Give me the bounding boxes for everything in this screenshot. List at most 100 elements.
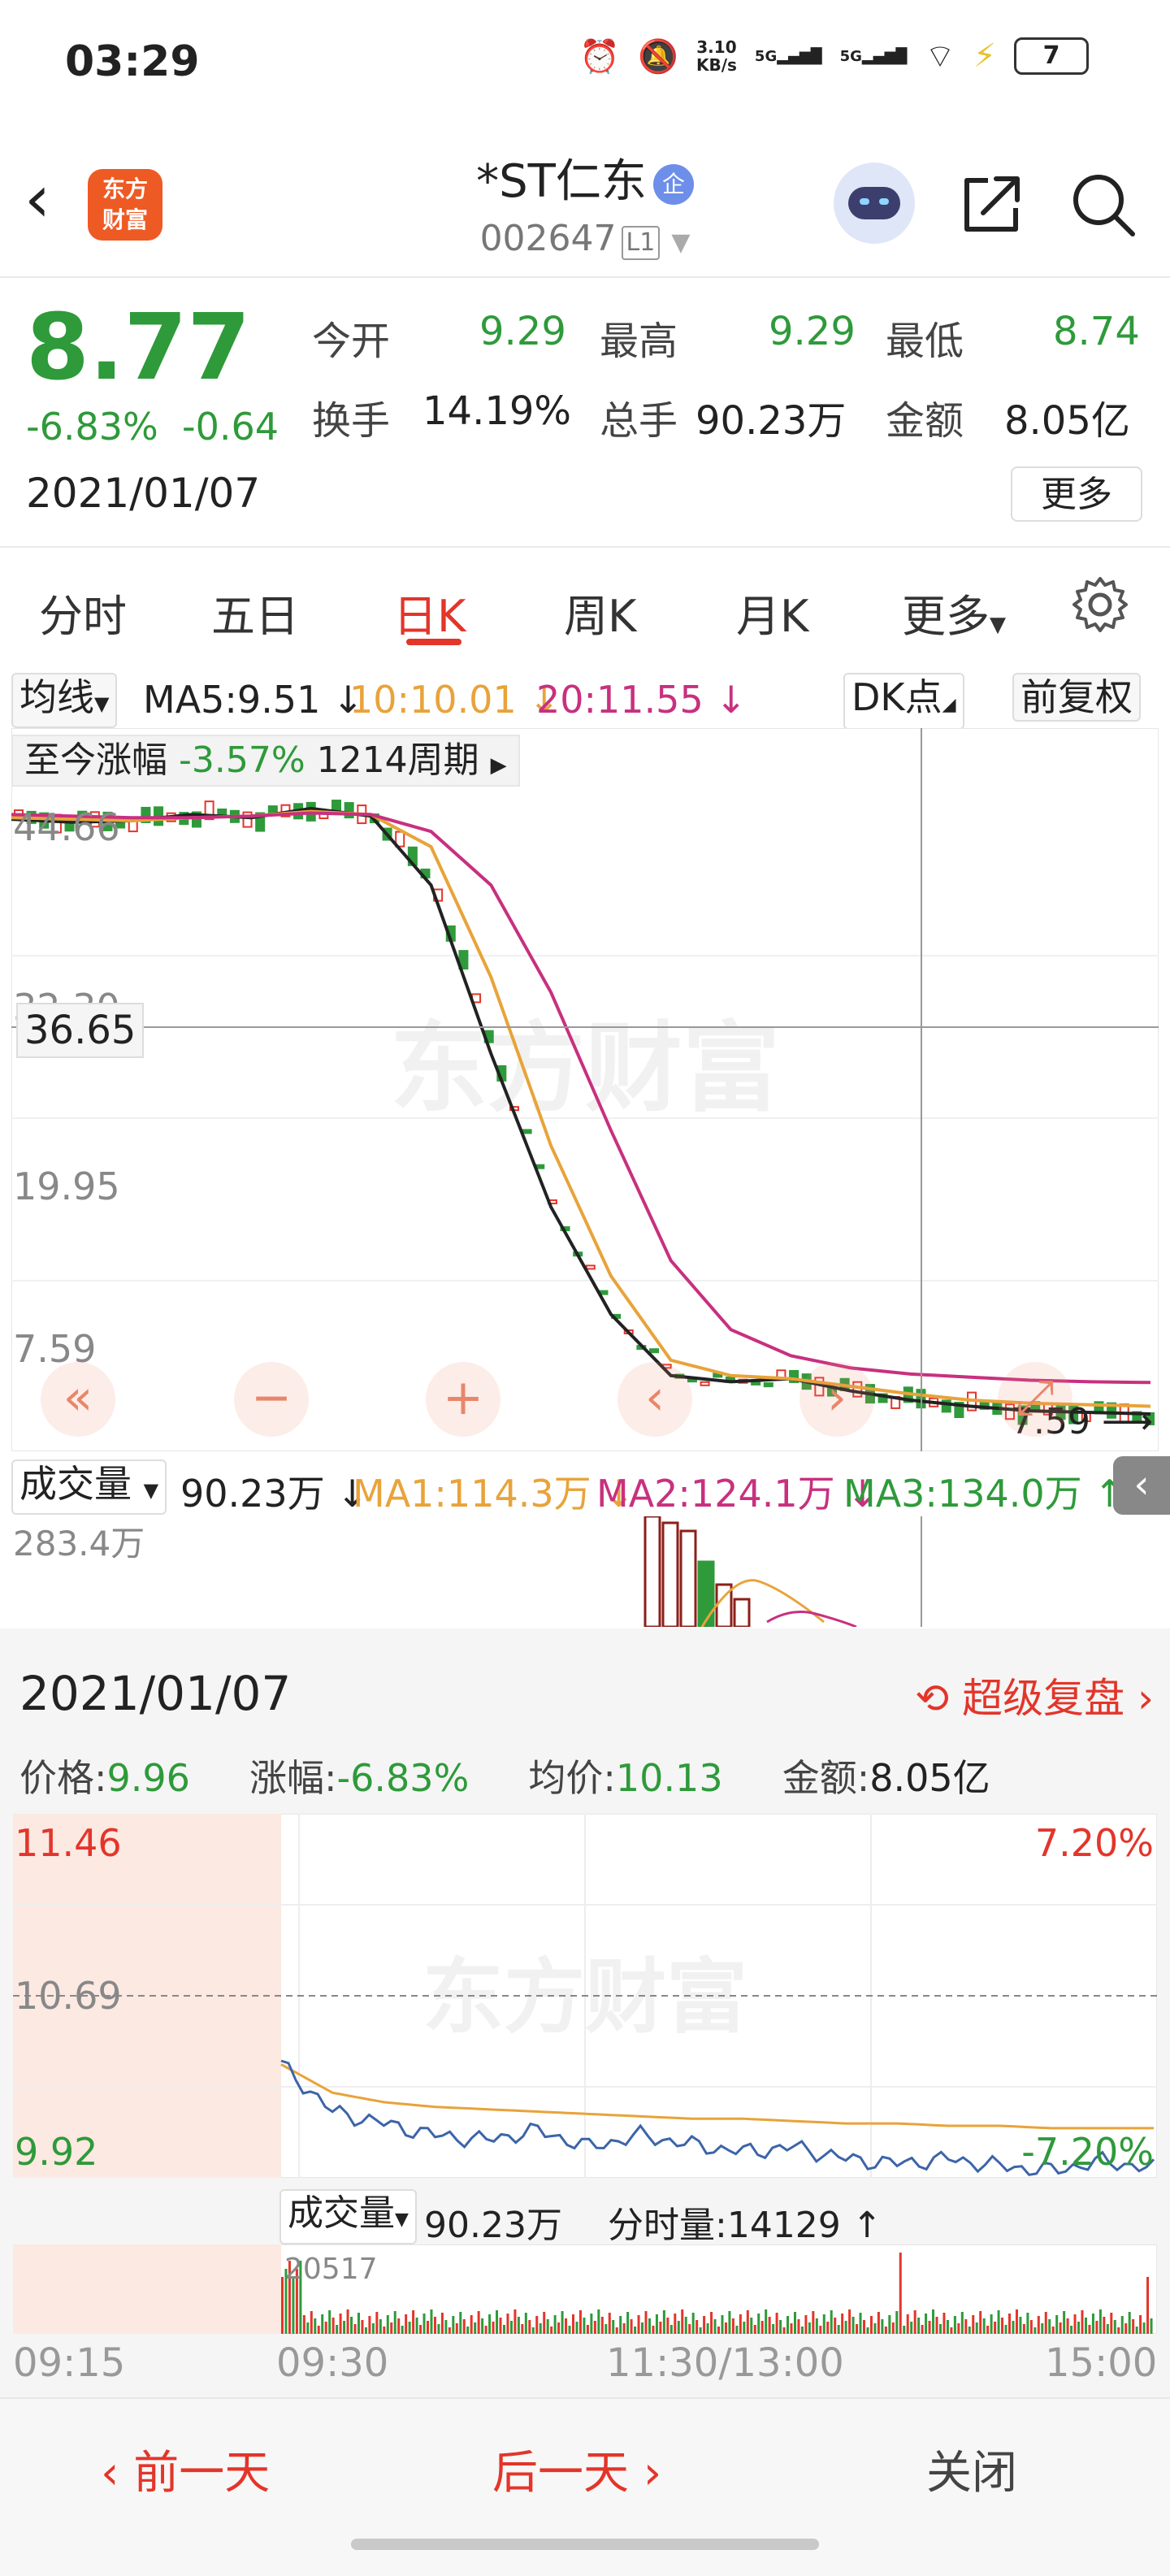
volume-value: 90.23万 ↓ [180, 1472, 368, 1516]
step-left-icon[interactable]: ‹ [618, 1362, 692, 1437]
minute-volume-bar [317, 2326, 320, 2334]
next-day-button[interactable]: 后一天 › [492, 2436, 661, 2502]
minute-volume-bar [314, 2318, 317, 2334]
share-icon[interactable] [956, 167, 1029, 241]
minute-volume-bar [568, 2326, 571, 2334]
minute-volume-bar [415, 2318, 418, 2334]
minute-volume-bar [957, 2323, 960, 2334]
alarm-icon: ⏰ [579, 37, 621, 76]
step-right-icon[interactable]: › [800, 1362, 874, 1437]
minute-volume-bar [604, 2324, 608, 2334]
minute-volume-bar [379, 2319, 382, 2334]
candle [649, 1348, 660, 1354]
minute-volume-bar [412, 2310, 415, 2334]
indicator-selector[interactable]: 均线▼ [11, 673, 118, 728]
super-replay-link[interactable]: ⟲ 超级复盘 › [915, 1666, 1154, 1724]
minute-volume-bar [477, 2311, 480, 2334]
minute-volume-bar [462, 2319, 466, 2334]
minute-volume-bar [866, 2327, 869, 2334]
minute-volume-bar [339, 2314, 342, 2334]
high-label: 最高 [600, 319, 678, 364]
ai-assistant-avatar[interactable] [834, 163, 915, 244]
minute-volume-bar [779, 2320, 782, 2334]
period-change-bar[interactable]: 至今涨幅 -3.57% 1214周期 ▶ [11, 735, 520, 787]
minute-volume-bar [459, 2312, 462, 2334]
minute-volume-bar [873, 2323, 877, 2334]
minute-volume-bar [452, 2316, 455, 2334]
minute-volume-bar [800, 2327, 804, 2334]
minute-volume-bar [812, 2311, 815, 2334]
minute-volume-bar [863, 2320, 865, 2334]
tab-intraday[interactable]: 分时 [39, 580, 127, 644]
price-label: 19.95 [13, 1164, 120, 1208]
vol-ma2: MA2:124.1万 ↓ [596, 1472, 878, 1516]
volume-label: 总手 [600, 398, 678, 444]
minute-volume-selector[interactable]: 成交量▼ [280, 2189, 417, 2244]
minute-volume-bar [681, 2309, 684, 2334]
minute-volume-bar [597, 2309, 600, 2334]
tab-monthly-k[interactable]: 月K [736, 580, 808, 644]
minute-chart[interactable]: 东方财富 11.46 10.69 9.92 7.20% -7.20% [13, 1814, 1157, 2178]
minute-volume-bar [1048, 2319, 1051, 2334]
kline-chart[interactable]: 东方财富 44.6632.3019.957.59 [11, 728, 1159, 1451]
fullscreen-icon[interactable]: ⤢ [998, 1362, 1072, 1437]
volume-chart: 283.4万 [11, 1516, 1159, 1627]
minute-volume-bar [474, 2322, 477, 2334]
minute-volume-bar [935, 2317, 938, 2334]
minute-volume-bar [746, 2310, 749, 2334]
dk-point-button[interactable]: DK点◢ [843, 673, 964, 730]
volume-selector[interactable]: 成交量 ▼ [11, 1459, 167, 1515]
y-mid-label: 10.69 [15, 1974, 122, 2018]
turnover-value: 14.19% [422, 388, 572, 434]
more-quote-button[interactable]: 更多 [1011, 466, 1142, 522]
minute-volume-bar [804, 2315, 808, 2334]
zoom-in-icon[interactable]: + [426, 1362, 500, 1437]
minute-volume-bar [834, 2318, 837, 2334]
zoom-out-icon[interactable]: − [234, 1362, 309, 1437]
minute-volume-bar [1037, 2316, 1040, 2334]
minute-volume-bar [361, 2320, 364, 2334]
minute-volume-bar [641, 2322, 644, 2334]
tab-daily-k[interactable]: 日K [393, 580, 466, 644]
close-button[interactable]: 关闭 [926, 2436, 1017, 2502]
side-collapse-tab[interactable]: ‹ [1113, 1456, 1170, 1515]
minute-volume-bar [891, 2322, 895, 2334]
minute-volume-bar [906, 2314, 909, 2334]
minute-volume-bar [531, 2327, 535, 2334]
search-icon[interactable] [1066, 167, 1139, 241]
minute-volume-bar [1103, 2317, 1106, 2334]
tick-volume: 分时量:14129 ↑ [608, 2205, 882, 2246]
tab-weekly-k[interactable]: 周K [564, 580, 636, 644]
minute-volume-bar [797, 2319, 800, 2334]
minute-volume-bar [1044, 2312, 1047, 2334]
minute-volume-top: 20517 [284, 2253, 378, 2286]
minute-volume-bar [768, 2317, 771, 2334]
minute-volume-bar [539, 2323, 542, 2334]
minute-volume-bar [790, 2323, 793, 2334]
amount-value: 8.05亿 [1004, 398, 1130, 444]
minute-volume-bar [440, 2313, 444, 2334]
minute-volume-chart: 20517 [13, 2244, 1157, 2334]
adjust-button[interactable]: 前复权 [1012, 673, 1141, 722]
minute-volume-bar [1012, 2321, 1015, 2334]
active-tab-indicator [406, 639, 462, 645]
minute-volume-bar [972, 2315, 975, 2334]
minute-volume-bar [615, 2327, 618, 2334]
tab-five-day[interactable]: 五日 [211, 580, 299, 644]
prev-day-button[interactable]: ‹ 前一天 [101, 2436, 270, 2502]
minute-volume-bar [735, 2326, 739, 2334]
status-bar: 03:29 ⏰ 🔕 3.10 KB/s 5G▂▄▆█ 5G▂▄▆█ ⌔ ⚡ 7 [0, 0, 1170, 130]
minute-volume-bar [448, 2327, 451, 2334]
tab-more[interactable]: 更多▼ [902, 580, 1006, 644]
minute-volume-bar [917, 2318, 921, 2334]
gear-icon[interactable] [1069, 574, 1131, 635]
chevron-right-icon: ▶ [490, 753, 507, 778]
watermark: 东方财富 [422, 1949, 748, 2045]
minute-volume-bar [979, 2311, 982, 2334]
minute-volume-bar [703, 2316, 706, 2334]
minute-volume-bar [859, 2313, 862, 2334]
time-label: 15:00 [1045, 2340, 1158, 2386]
scroll-left-icon[interactable]: « [41, 1362, 115, 1437]
minute-volume-bar [1098, 2309, 1102, 2334]
minute-volume-bar [593, 2321, 596, 2334]
